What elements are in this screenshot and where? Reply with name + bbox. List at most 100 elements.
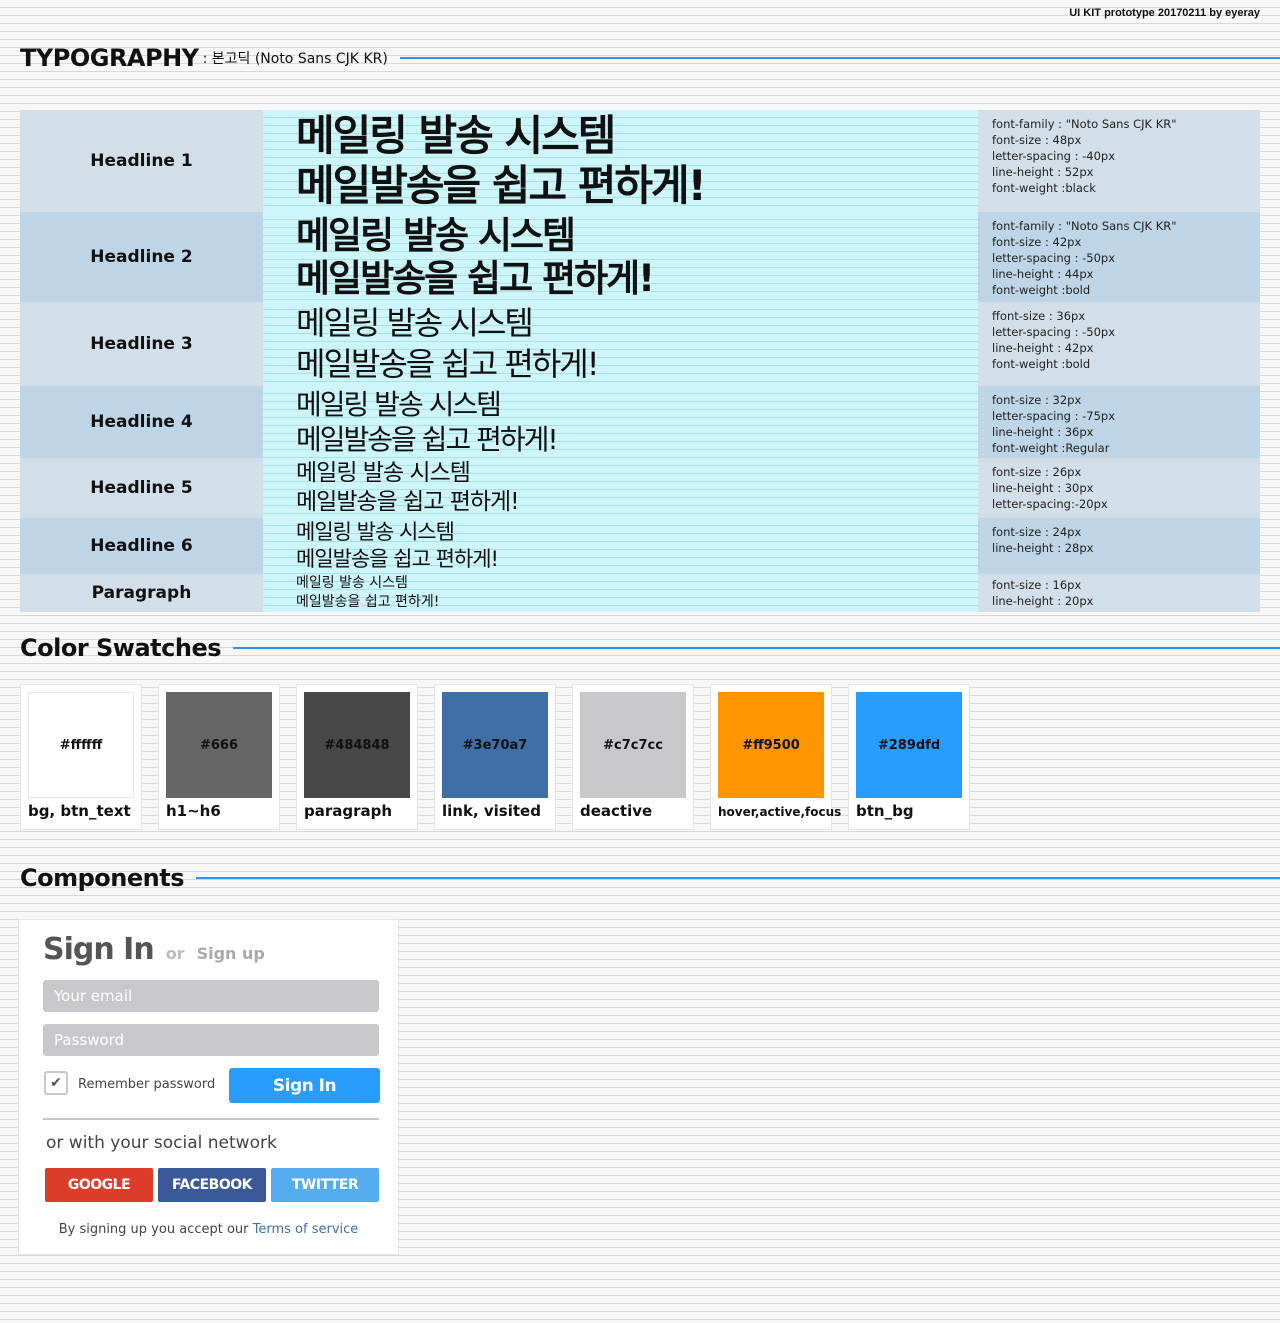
- spec-item: font-weight :Regular: [992, 441, 1110, 455]
- spec-item: font-size : 16px: [992, 578, 1082, 592]
- typo-row: Headline 1 메일링 발송 시스템 메일발송을 쉽고 편하게! font…: [20, 110, 1260, 212]
- spec-item: ffont-size : 36px: [992, 309, 1086, 323]
- sample-line: 메일발송을 쉽고 편하게!: [296, 489, 519, 515]
- sample-text: 메일링 발송 시스템 메일발송을 쉽고 편하게!: [263, 458, 978, 518]
- swatch-card: #ffffff bg, btn_text: [20, 684, 142, 830]
- spec-item: line-height : 44px: [992, 267, 1094, 281]
- row-label: Headline 1: [20, 110, 263, 212]
- row-label: Headline 5: [20, 458, 263, 518]
- spec-item: font-weight :bold: [992, 357, 1091, 371]
- swatch-name: deactive: [580, 802, 653, 820]
- swatch-color: #289dfd: [856, 692, 962, 798]
- sample-line: 메일링 발송 시스템: [296, 388, 502, 421]
- signup-link[interactable]: Sign up: [197, 944, 265, 963]
- spec-item: letter-spacing : -75px: [992, 409, 1116, 423]
- swatch-name: btn_bg: [856, 802, 914, 820]
- sample-text: 메일링 발송 시스템 메일발송을 쉽고 편하게!: [263, 212, 978, 302]
- swatch-card: #484848 paragraph: [296, 684, 418, 830]
- spec-item: font-size : 26px: [992, 465, 1082, 479]
- credit-text: UI KIT prototype 20170211 by eyeray: [1069, 7, 1260, 19]
- signin-header: Sign In or Sign up: [43, 932, 265, 967]
- check-icon: ✔: [50, 1075, 62, 1091]
- typo-row: Headline 5 메일링 발송 시스템 메일발송을 쉽고 편하게! font…: [20, 458, 1260, 518]
- remember-checkbox[interactable]: ✔: [44, 1071, 68, 1095]
- typo-row: Headline 3 메일링 발송 시스템 메일발송을 쉽고 편하게! ffon…: [20, 302, 1260, 386]
- signin-button[interactable]: Sign In: [229, 1068, 380, 1103]
- remember-label: Remember password: [78, 1077, 216, 1092]
- spec-item: font-family : "Noto Sans CJK KR": [992, 219, 1177, 233]
- sample-text: 메일링 발송 시스템 메일발송을 쉽고 편하게!: [263, 386, 978, 458]
- facebook-button[interactable]: FACEBOOK: [158, 1168, 266, 1202]
- swatch-color: #ff9500: [718, 692, 824, 798]
- typo-row: Headline 4 메일링 발송 시스템 메일발송을 쉽고 편하게! font…: [20, 386, 1260, 458]
- sample-line: 메일링 발송 시스템: [296, 214, 576, 257]
- google-button[interactable]: GOOGLE: [45, 1168, 153, 1202]
- row-label: Headline 4: [20, 386, 263, 458]
- password-field[interactable]: [43, 1024, 379, 1056]
- sample-line: 메일발송을 쉽고 편하게!: [296, 345, 600, 383]
- swatch-color: #666: [166, 692, 272, 798]
- spec-item: font-family : "Noto Sans CJK KR": [992, 117, 1177, 131]
- swatch-color: #ffffff: [28, 692, 134, 798]
- spec-item: font-weight :bold: [992, 283, 1091, 297]
- swatch-name: hover,active,focus: [718, 805, 842, 819]
- swatch-name: h1~h6: [166, 802, 221, 820]
- sample-line: 메일발송을 쉽고 편하게!: [296, 161, 707, 210]
- divider: [43, 1118, 379, 1120]
- swatch-color: #c7c7cc: [580, 692, 686, 798]
- spec-list: font-size : 32px letter-spacing : -75px …: [978, 386, 1260, 458]
- terms-link[interactable]: Terms of service: [253, 1222, 359, 1237]
- typography-subtitle: : 본고딕 (Noto Sans CJK KR): [202, 51, 388, 67]
- typo-row: Headline 6 메일링 발송 시스템 메일발송을 쉽고 편하게! font…: [20, 518, 1260, 574]
- swatch-color: #3e70a7: [442, 692, 548, 798]
- spec-list: font-size : 16px line-height : 20px: [978, 574, 1260, 612]
- spec-item: line-height : 42px: [992, 341, 1094, 355]
- spec-list: font-family : "Noto Sans CJK KR" font-si…: [978, 110, 1260, 212]
- social-title: or with your social network: [46, 1133, 277, 1153]
- colors-title: Color Swatches: [20, 634, 222, 662]
- spec-item: line-height : 52px: [992, 165, 1094, 179]
- typography-title: TYPOGRAPHY: [20, 44, 199, 72]
- sample-text: 메일링 발송 시스템 메일발송을 쉽고 편하게!: [263, 574, 978, 612]
- terms-prefix: By signing up you accept our: [58, 1222, 249, 1237]
- sample-line: 메일링 발송 시스템: [296, 460, 471, 486]
- email-field[interactable]: [43, 980, 379, 1012]
- spec-list: font-family : "Noto Sans CJK KR" font-si…: [978, 212, 1260, 302]
- section-divider: [399, 57, 1280, 59]
- swatch-list: #ffffff bg, btn_text #666 h1~h6 #484848 …: [20, 684, 986, 830]
- sample-text: 메일링 발송 시스템 메일발송을 쉽고 편하게!: [263, 518, 978, 574]
- sample-line: 메일링 발송 시스템: [296, 520, 455, 544]
- swatch-name: paragraph: [304, 802, 393, 820]
- signin-card: Sign In or Sign up ✔ Remember password S…: [18, 919, 399, 1255]
- spec-item: letter-spacing : -40px: [992, 149, 1116, 163]
- spec-item: font-size : 32px: [992, 393, 1082, 407]
- typo-row: Headline 2 메일링 발송 시스템 메일발송을 쉽고 편하게! font…: [20, 212, 1260, 302]
- colors-section-title: Color Swatches: [20, 634, 1280, 662]
- spec-item: line-height : 30px: [992, 481, 1094, 495]
- row-label: Headline 6: [20, 518, 263, 574]
- swatch-card: #666 h1~h6: [158, 684, 280, 830]
- twitter-button[interactable]: TWITTER: [271, 1168, 379, 1202]
- spec-item: letter-spacing : -50px: [992, 251, 1116, 265]
- sample-line: 메일발송을 쉽고 편하게!: [296, 547, 499, 571]
- sample-line: 메일링 발송 시스템: [296, 304, 534, 342]
- section-divider: [195, 877, 1280, 879]
- sample-text: 메일링 발송 시스템 메일발송을 쉽고 편하게!: [263, 302, 978, 386]
- sample-text: 메일링 발송 시스템 메일발송을 쉽고 편하게!: [263, 110, 978, 212]
- components-section-title: Components: [20, 864, 1280, 892]
- spec-item: font-weight :black: [992, 181, 1096, 195]
- swatch-card: #c7c7cc deactive: [572, 684, 694, 830]
- spec-item: font-size : 48px: [992, 133, 1082, 147]
- sample-line: 메일링 발송 시스템: [296, 575, 408, 591]
- swatch-card: #289dfd btn_bg: [848, 684, 970, 830]
- or-text: or: [165, 944, 185, 963]
- sample-line: 메일발송을 쉽고 편하게!: [296, 594, 440, 610]
- spec-list: font-size : 24px line-height : 28px: [978, 518, 1260, 574]
- typography-section-title: TYPOGRAPHY : 본고딕 (Noto Sans CJK KR): [20, 44, 1280, 72]
- swatch-name: link, visited: [442, 802, 541, 820]
- swatch-card: #3e70a7 link, visited: [434, 684, 556, 830]
- row-label: Paragraph: [20, 574, 263, 612]
- sample-line: 메일링 발송 시스템: [296, 111, 616, 160]
- components-title: Components: [20, 864, 184, 892]
- spec-item: letter-spacing:-20px: [992, 497, 1108, 511]
